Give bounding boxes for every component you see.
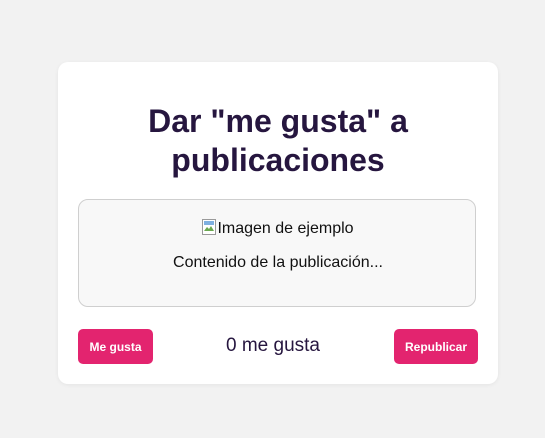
post-content: Contenido de la publicación... (173, 254, 383, 271)
like-count: 0 me gusta (226, 335, 320, 356)
repost-button[interactable]: Republicar (394, 329, 478, 364)
broken-image-icon (202, 219, 217, 235)
post-image-alt-text: Imagen de ejemplo (217, 220, 354, 237)
like-button[interactable]: Me gusta (78, 329, 153, 364)
page-title: Dar "me gusta" a publicaciones (148, 103, 408, 178)
post-box: Imagen de ejemplo Contenido de la public… (78, 199, 476, 307)
post-card: Dar "me gusta" a publicaciones Imagen de… (58, 62, 498, 384)
post-image: Imagen de ejemplo (79, 219, 477, 238)
